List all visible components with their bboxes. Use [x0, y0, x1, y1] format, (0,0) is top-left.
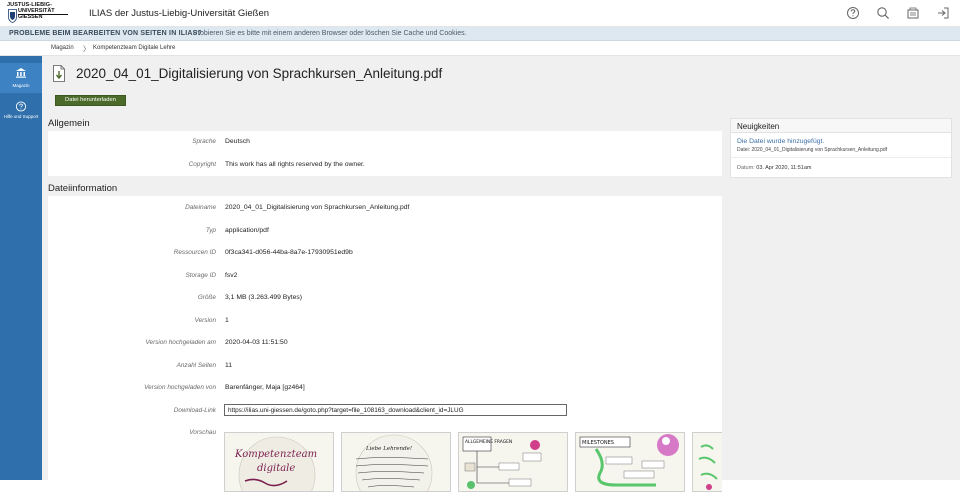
property-value: 11 [225, 362, 233, 369]
property-row: Größe 3,1 MB (3.263.499 Bytes) [48, 291, 722, 305]
property-label: Anzahl Seiten [176, 362, 216, 369]
support-icon [15, 101, 27, 112]
news-panel: Neuigkeiten Die Datei wurde hinzugefügt.… [730, 118, 952, 178]
breadcrumb-item-magazin[interactable]: Magazin [51, 45, 74, 51]
crest-icon [8, 9, 17, 23]
main-bar-item-support[interactable]: Hilfe und Support [0, 98, 42, 128]
main-bar-item-magazin[interactable]: Magazin [0, 63, 42, 93]
notice-heading: PROBLEME BEIM BEARBEITEN VON SEITEN IN I… [9, 30, 202, 37]
notifications-icon[interactable] [906, 6, 920, 20]
download-link-field[interactable]: https://ilias.uni-giessen.de/goto.php?ta… [224, 404, 567, 416]
preview-text-t3-heading: ALLGEMEINE FRAGEN [465, 439, 512, 445]
news-heading: Neuigkeiten [737, 122, 780, 131]
property-row: Copyright This work has all rights reser… [48, 158, 722, 172]
preview-page-image: MILESTONES [576, 433, 684, 491]
section-panel-dateiinformation: Dateiname 2020_04_01_Digitalisierung von… [48, 196, 722, 492]
preview-thumbnail-3[interactable]: ALLGEMEINE FRAGEN [458, 432, 568, 492]
property-value: 0f3ca341-d056-44ba-8a7e-17930951ed9b [225, 249, 353, 256]
property-row: Ressourcen ID 0f3ca341-d056-44ba-8a7e-17… [48, 246, 722, 260]
news-divider [731, 157, 951, 158]
news-date-value: 03. Apr 2020, 11:51am [756, 165, 812, 171]
property-row-preview: Vorschau Kompetenzteam digitale Liebe Le [48, 426, 722, 492]
breadcrumb-item-kompetenzteam[interactable]: Kompetenzteam Digitale Lehre [93, 45, 175, 51]
preview-strip: Kompetenzteam digitale Liebe Lehrende! A… [224, 432, 722, 492]
preview-page-image: ALLGEMEINE FRAGEN [459, 433, 567, 491]
section-heading-allgemein: Allgemein [48, 118, 90, 129]
property-label: Version [194, 317, 216, 324]
help-icon[interactable] [846, 6, 860, 20]
property-row: Dateiname 2020_04_01_Digitalisierung von… [48, 201, 722, 215]
preview-text-t1-line2: digitale [257, 463, 295, 474]
news-panel-header: Neuigkeiten [731, 119, 951, 133]
property-value: 1 [225, 317, 229, 324]
page-title: 2020_04_01_Digitalisierung von Sprachkur… [76, 66, 443, 81]
property-label: Ressourcen ID [173, 249, 216, 256]
property-label: Copyright [188, 161, 216, 168]
search-icon[interactable] [876, 6, 890, 20]
preview-page-image: Kompetenzteam digitale [234, 436, 317, 491]
property-label: Typ [205, 227, 216, 234]
main-bar-item-label: Magazin [12, 83, 30, 88]
system-notice-bar: PROBLEME BEIM BEARBEITEN VON SEITEN IN I… [0, 27, 960, 41]
preview-text-t2-line1: Liebe Lehrende! [365, 446, 412, 452]
property-row: Sprache Deutsch [48, 135, 722, 149]
property-value: 3,1 MB (3.263.499 Bytes) [225, 294, 303, 301]
logout-icon[interactable] [936, 6, 950, 20]
breadcrumb: Magazin 〉 Kompetenzteam Digitale Lehre [0, 42, 960, 56]
section-heading-dateiinformation: Dateiinformation [48, 183, 118, 194]
property-row: Storage ID fsv2 [48, 269, 722, 283]
property-row: Anzahl Seiten 11 [48, 359, 722, 373]
property-value: 2020_04_01_Digitalisierung von Sprachkur… [225, 204, 410, 211]
property-value: Barenfänger, Maja [gz464] [225, 384, 305, 391]
repository-icon [16, 68, 26, 78]
main-bar-item-label: Hilfe und Support [3, 114, 39, 119]
main-bar: Magazin Hilfe und Support [0, 56, 42, 480]
property-value: application/pdf [225, 227, 269, 234]
preview-thumbnail-5[interactable] [692, 432, 722, 492]
preview-thumbnail-2[interactable]: Liebe Lehrende! [341, 432, 451, 492]
preview-thumbnail-1[interactable]: Kompetenzteam digitale [224, 432, 334, 492]
property-row: Typ application/pdf [48, 224, 722, 238]
news-date: Datum: 03. Apr 2020, 11:51am [737, 165, 812, 171]
page-header: JUSTUS-LIEBIG- UNIVERSITÄT GIESSEN ILIAS… [0, 0, 960, 27]
news-date-label: Datum: [737, 165, 755, 171]
property-value: 2020-04-03 11:51:50 [225, 339, 288, 346]
breadcrumb-separator: 〉 [83, 46, 90, 53]
pdf-file-icon [53, 65, 65, 82]
download-file-button[interactable]: Datei herunterladen [55, 95, 126, 106]
property-label: Sprache [192, 138, 216, 145]
property-label: Storage ID [185, 272, 216, 279]
property-row: Version 1 [48, 314, 722, 328]
preview-text-t1-line1: Kompetenzteam [234, 449, 317, 460]
main-content: 2020_04_01_Digitalisierung von Sprachkur… [42, 56, 960, 492]
property-label: Version hochgeladen von [144, 384, 216, 391]
property-row-download-link: Download-Link https://ilias.uni-giessen.… [48, 404, 722, 418]
site-title[interactable]: ILIAS der Justus-Liebig-Universität Gieß… [89, 8, 269, 19]
preview-page-image: Liebe Lehrende! [355, 434, 433, 491]
news-item-link[interactable]: Die Datei wurde hinzugefügt. [737, 138, 824, 145]
property-row: Version hochgeladen von Barenfänger, Maj… [48, 381, 722, 395]
property-value: This work has all rights reserved by the… [225, 161, 365, 168]
news-item-description: Datei: 2020_04_01_Digitalisierung von Sp… [737, 147, 888, 153]
logo-text-line3: GIESSEN [18, 14, 43, 20]
property-value: Deutsch [225, 138, 250, 145]
preview-text-t4-heading: MILESTONES [582, 440, 614, 446]
university-logo[interactable]: JUSTUS-LIEBIG- UNIVERSITÄT GIESSEN [7, 2, 69, 25]
property-label: Dateiname [185, 204, 216, 211]
property-label: Vorschau [189, 429, 216, 436]
property-label: Download-Link [173, 407, 216, 414]
property-value: fsv2 [225, 272, 238, 279]
property-label: Version hochgeladen am [145, 339, 216, 346]
preview-page-image [693, 433, 722, 491]
property-row: Version hochgeladen am 2020-04-03 11:51:… [48, 336, 722, 350]
property-label: Größe [197, 294, 216, 301]
notice-message: Probieren Sie es bitte mit einem anderen… [193, 30, 467, 37]
section-panel-allgemein: Sprache Deutsch Copyright This work has … [48, 131, 722, 176]
preview-thumbnail-4[interactable]: MILESTONES [575, 432, 685, 492]
